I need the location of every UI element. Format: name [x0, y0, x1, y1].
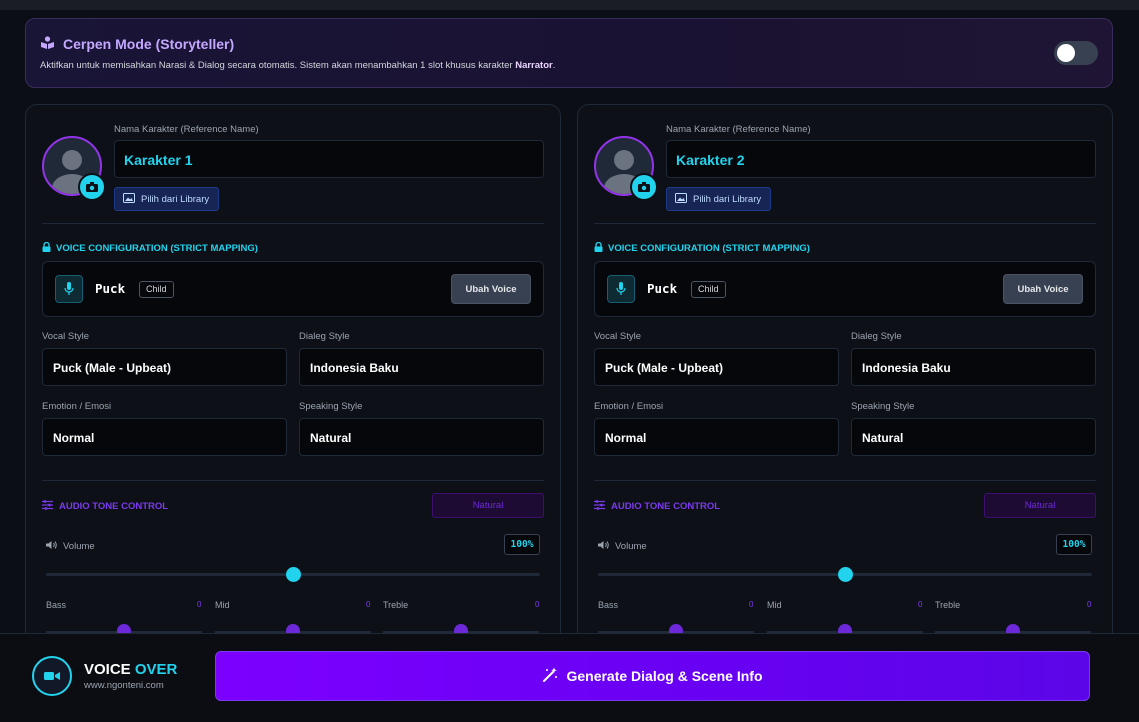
change-voice-button[interactable]: Ubah Voice — [451, 274, 531, 304]
voice-config-heading: VOICE CONFIGURATION (STRICT MAPPING) — [594, 241, 810, 255]
library-button[interactable]: Pilih dari Library — [114, 187, 220, 211]
emotion-label: Emotion / Emosi — [42, 401, 112, 412]
camera-icon[interactable] — [630, 173, 658, 201]
dialect-style-select[interactable]: Indonesia Baku — [851, 348, 1096, 386]
brand-name: VOICE OVER — [84, 661, 178, 678]
treble-value: 0 — [535, 600, 540, 609]
camera-icon[interactable] — [78, 173, 106, 201]
voice-name: Puck — [647, 281, 678, 296]
voice-age-badge: Child — [139, 281, 174, 298]
volume-value: 100% — [504, 534, 540, 555]
banner-title: Cerpen Mode (Storyteller) — [63, 36, 235, 52]
speaker-icon — [46, 540, 58, 553]
character-name-input[interactable]: Karakter 2 — [666, 140, 1096, 178]
mid-value: 0 — [918, 600, 923, 609]
treble-value: 0 — [1087, 600, 1092, 609]
divider — [42, 223, 544, 224]
vocal-style-select[interactable]: Puck (Male - Upbeat) — [42, 348, 287, 386]
narrator-highlight: Narrator — [515, 60, 553, 71]
lock-icon — [42, 241, 51, 255]
image-gallery-icon — [675, 192, 687, 206]
toggle-knob — [1057, 44, 1075, 62]
generate-button[interactable]: Generate Dialog & Scene Info — [215, 651, 1090, 701]
audio-tone-heading: AUDIO TONE CONTROL — [594, 500, 720, 513]
bass-label: Bass — [598, 600, 619, 610]
vocal-style-select[interactable]: Puck (Male - Upbeat) — [594, 348, 839, 386]
library-button[interactable]: Pilih dari Library — [666, 187, 772, 211]
voice-config-heading: VOICE CONFIGURATION (STRICT MAPPING) — [42, 241, 258, 255]
voice-age-badge: Child — [691, 281, 726, 298]
bass-value: 0 — [749, 600, 754, 609]
character-card-1: Nama Karakter (Reference Name) Karakter … — [25, 104, 561, 644]
divider — [594, 223, 1096, 224]
character-card-2: Nama Karakter (Reference Name) Karakter … — [577, 104, 1113, 644]
character-name-input[interactable]: Karakter 1 — [114, 140, 544, 178]
sliders-icon — [42, 500, 53, 513]
mid-label: Mid — [215, 600, 230, 610]
book-reader-icon — [40, 36, 55, 52]
change-voice-button[interactable]: Ubah Voice — [1003, 274, 1083, 304]
microphone-icon — [607, 275, 635, 303]
dialect-style-label: Dialeg Style — [299, 331, 350, 342]
dialect-style-label: Dialeg Style — [851, 331, 902, 342]
speaking-style-select[interactable]: Natural — [851, 418, 1096, 456]
vocal-style-label: Vocal Style — [594, 331, 641, 342]
sliders-icon — [594, 500, 605, 513]
emotion-label: Emotion / Emosi — [594, 401, 664, 412]
speaking-style-label: Speaking Style — [851, 401, 915, 412]
volume-row: Volume — [598, 540, 647, 553]
top-strip — [0, 0, 1139, 10]
speaking-style-label: Speaking Style — [299, 401, 363, 412]
volume-slider-thumb[interactable] — [285, 567, 301, 582]
lock-icon — [594, 241, 603, 255]
bass-label: Bass — [46, 600, 67, 610]
video-camera-icon — [32, 656, 72, 696]
mid-label: Mid — [767, 600, 782, 610]
divider — [594, 480, 1096, 481]
emotion-select[interactable]: Normal — [42, 418, 287, 456]
mid-value: 0 — [366, 600, 371, 609]
volume-slider-thumb[interactable] — [837, 567, 853, 582]
microphone-icon — [55, 275, 83, 303]
divider — [42, 480, 544, 481]
banner-description: Aktifkan untuk memisahkan Narasi & Dialo… — [40, 60, 556, 71]
banner-title-row: Cerpen Mode (Storyteller) — [40, 36, 234, 52]
voice-name: Puck — [95, 281, 126, 296]
name-label: Nama Karakter (Reference Name) — [114, 124, 259, 135]
cerpen-mode-toggle[interactable] — [1054, 41, 1098, 65]
brand-url: www.ngonteni.com — [84, 680, 164, 691]
magic-wand-icon — [542, 667, 558, 686]
emotion-select[interactable]: Normal — [594, 418, 839, 456]
volume-value: 100% — [1056, 534, 1092, 555]
name-label: Nama Karakter (Reference Name) — [666, 124, 811, 135]
image-gallery-icon — [123, 192, 135, 206]
tone-preset-button[interactable]: Natural — [432, 493, 544, 518]
treble-label: Treble — [383, 600, 409, 610]
vocal-style-label: Vocal Style — [42, 331, 89, 342]
voice-selection-box: Puck Child Ubah Voice — [42, 261, 544, 317]
footer-bar: VOICE OVER www.ngonteni.com Generate Dia… — [0, 633, 1139, 722]
audio-tone-heading: AUDIO TONE CONTROL — [42, 500, 168, 513]
bass-value: 0 — [197, 600, 202, 609]
dialect-style-select[interactable]: Indonesia Baku — [299, 348, 544, 386]
tone-preset-button[interactable]: Natural — [984, 493, 1096, 518]
speaker-icon — [598, 540, 610, 553]
volume-row: Volume — [46, 540, 95, 553]
treble-label: Treble — [935, 600, 961, 610]
speaking-style-select[interactable]: Natural — [299, 418, 544, 456]
voice-selection-box: Puck Child Ubah Voice — [594, 261, 1096, 317]
cerpen-mode-banner: Cerpen Mode (Storyteller) Aktifkan untuk… — [25, 18, 1113, 88]
